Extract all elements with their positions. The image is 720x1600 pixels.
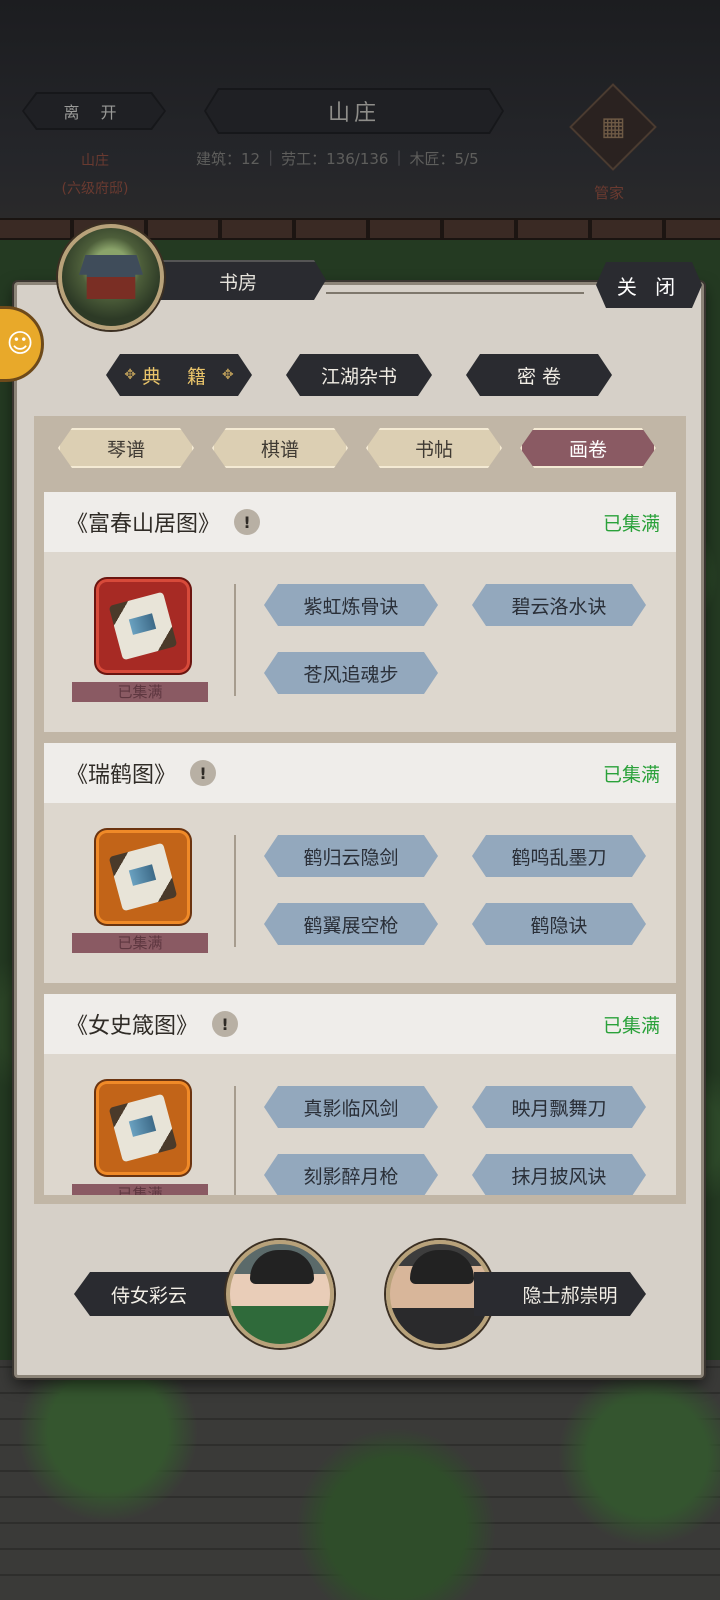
- collection-status: 已集满: [602, 1014, 660, 1037]
- stat-building: 建筑：12: [196, 150, 261, 168]
- stat-labor: 劳工：136/136: [281, 150, 389, 168]
- header-ornament-line: [326, 292, 584, 294]
- collection-card: 《瑞鹤图》 ! 已集满 已集满 鹤归云隐剑 鹤鸣乱墨刀 鹤翼展空枪 鹤隐诀: [44, 743, 676, 983]
- tab-classics[interactable]: ✥ 典 籍 ✥: [106, 354, 252, 396]
- collection-title: 《瑞鹤图》: [66, 763, 177, 788]
- leave-button[interactable]: 离 开: [22, 92, 166, 130]
- manor-stats: 建筑：12 | 劳工：136/136 | 木匠：5/5: [196, 148, 516, 169]
- background-courtyard: [0, 1360, 720, 1600]
- ornament-icon: ✥: [222, 367, 234, 383]
- painting-scroll-icon[interactable]: [99, 1084, 187, 1172]
- collection-title: 《富春山居图》: [66, 512, 221, 537]
- painting-scroll-icon[interactable]: [99, 833, 187, 921]
- skill-button[interactable]: 鹤翼展空枪: [264, 903, 438, 945]
- painting-scroll-icon[interactable]: [99, 582, 187, 670]
- divider: [234, 1086, 236, 1195]
- skill-button[interactable]: 映月飘舞刀: [472, 1086, 646, 1128]
- info-icon[interactable]: !: [234, 509, 261, 535]
- location-rank: (六级府邸): [61, 181, 129, 197]
- divider: [234, 835, 236, 947]
- subtab-paintings[interactable]: 画卷: [520, 428, 656, 468]
- tab-misc-books[interactable]: 江湖杂书: [286, 354, 432, 396]
- tab-secret-scrolls[interactable]: 密 卷: [466, 354, 612, 396]
- skill-button[interactable]: 真影临风剑: [264, 1086, 438, 1128]
- location-name: 山庄: [81, 153, 109, 169]
- collected-label: 已集满: [72, 682, 208, 702]
- maid-name-plate[interactable]: 侍女彩云: [74, 1272, 244, 1316]
- manor-title: 山庄: [204, 88, 504, 134]
- skill-button[interactable]: 碧云洛水诀: [472, 584, 646, 626]
- subtab-calligraphy[interactable]: 书帖: [366, 428, 502, 468]
- room-icon: [58, 224, 164, 330]
- tab-classics-label: 典 籍: [141, 365, 217, 388]
- collection-body: 已集满 鹤归云隐剑 鹤鸣乱墨刀 鹤翼展空枪 鹤隐诀: [44, 803, 676, 983]
- skill-button[interactable]: 鹤归云隐剑: [264, 835, 438, 877]
- stat-separator: |: [396, 148, 402, 166]
- collection-card: 《富春山居图》 ! 已集满 已集满 紫虹炼骨诀 碧云洛水诀 苍风追魂步: [44, 492, 676, 732]
- skill-button[interactable]: 抹月披风诀: [472, 1154, 646, 1195]
- info-icon[interactable]: !: [212, 1011, 239, 1037]
- collection-status: 已集满: [602, 512, 660, 535]
- collection-list[interactable]: 《富春山居图》 ! 已集满 已集满 紫虹炼骨诀 碧云洛水诀 苍风追魂步 《瑞鹤图…: [44, 492, 676, 1195]
- collection-status: 已集满: [602, 763, 660, 786]
- collection-header: 《富春山居图》 ! 已集满: [44, 492, 676, 552]
- room-title: 书房: [150, 260, 326, 300]
- collection-body: 已集满 紫虹炼骨诀 碧云洛水诀 苍风追魂步: [44, 552, 676, 732]
- stat-carpenter: 木匠：5/5: [409, 150, 479, 168]
- skill-button[interactable]: 刻影醉月枪: [264, 1154, 438, 1195]
- skill-button[interactable]: 紫虹炼骨诀: [264, 584, 438, 626]
- info-icon[interactable]: !: [190, 760, 217, 786]
- hermit-name-plate[interactable]: 隐士郝崇明: [474, 1272, 646, 1316]
- collected-label: 已集满: [72, 1184, 208, 1195]
- skill-button[interactable]: 鹤隐诀: [472, 903, 646, 945]
- steward-label: 管家: [594, 184, 625, 202]
- subtab-chess-manuals[interactable]: 棋谱: [212, 428, 348, 468]
- collection-header: 《女史箴图》 ! 已集满: [44, 994, 676, 1054]
- ornament-icon: ✥: [124, 367, 136, 383]
- close-button[interactable]: 关 闭: [596, 262, 702, 308]
- collection-body: 已集满 真影临风剑 映月飘舞刀 刻影醉月枪 抹月披风诀: [44, 1054, 676, 1195]
- collection-card: 《女史箴图》 ! 已集满 已集满 真影临风剑 映月飘舞刀 刻影醉月枪 抹月披风诀: [44, 994, 676, 1195]
- subtab-music-scores[interactable]: 琴谱: [58, 428, 194, 468]
- skill-button[interactable]: 鹤鸣乱墨刀: [472, 835, 646, 877]
- divider: [234, 584, 236, 696]
- collected-label: 已集满: [72, 933, 208, 953]
- collection-header: 《瑞鹤图》 ! 已集满: [44, 743, 676, 803]
- skill-button[interactable]: 苍风追魂步: [264, 652, 438, 694]
- stat-separator: |: [268, 148, 274, 166]
- collection-title: 《女史箴图》: [66, 1014, 199, 1039]
- maid-portrait[interactable]: [226, 1240, 334, 1348]
